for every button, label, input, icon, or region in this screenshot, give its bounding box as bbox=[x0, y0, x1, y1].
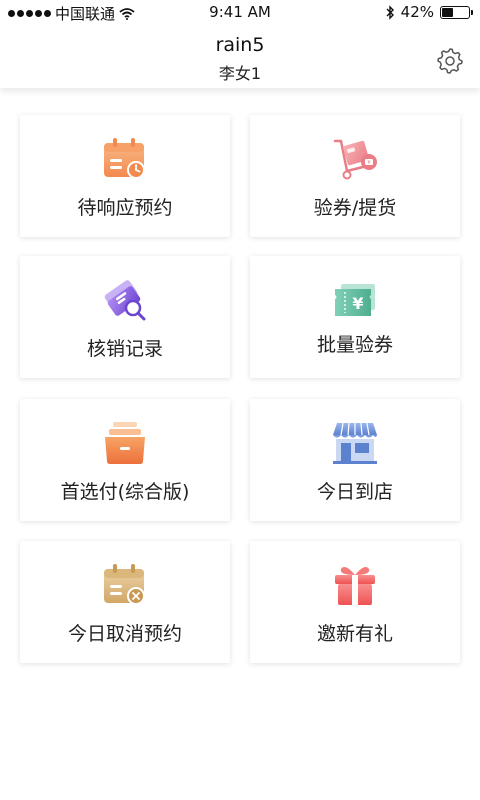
menu-card-today-cancellations[interactable]: 今日取消预约 bbox=[20, 541, 230, 663]
menu-label: 验券/提货 bbox=[313, 197, 397, 219]
menu-card-pending-reservations[interactable]: 待响应预约 bbox=[20, 115, 230, 237]
menu-card-redemption-records[interactable]: 核销记录 bbox=[20, 256, 230, 378]
storefront-icon bbox=[333, 422, 377, 464]
menu-label: 今日取消预约 bbox=[67, 623, 182, 645]
svg-text:¥: ¥ bbox=[367, 160, 370, 166]
menu-label: 核销记录 bbox=[86, 338, 163, 360]
menu-card-verify-coupon[interactable]: ¥ 验券/提货 bbox=[250, 115, 460, 237]
menu-card-batch-verify[interactable]: ¥ 批量验券 bbox=[250, 256, 460, 378]
user-name: 李女1 bbox=[218, 64, 262, 83]
delivery-cart-icon: ¥ bbox=[333, 139, 377, 180]
yuan-ticket-icon: ¥ bbox=[335, 284, 375, 316]
bluetooth-icon bbox=[386, 4, 394, 20]
menu-label: 今日到店 bbox=[316, 481, 393, 503]
menu-label: 首选付(综合版) bbox=[60, 481, 190, 503]
menu-label: 批量验券 bbox=[316, 334, 393, 356]
menu-label: 待响应预约 bbox=[77, 197, 173, 219]
status-bar: 中国联通 9:41 AM 42% bbox=[0, 0, 480, 24]
storage-box-icon bbox=[105, 422, 145, 464]
calendar-clock-icon bbox=[104, 138, 145, 179]
menu-card-today-arrivals[interactable]: 今日到店 bbox=[250, 399, 460, 521]
battery-icon bbox=[440, 5, 473, 19]
battery-fill bbox=[442, 7, 453, 17]
ticket-search-icon bbox=[104, 280, 146, 321]
header: rain5 李女1 bbox=[0, 24, 480, 88]
status-right: 42% bbox=[385, 3, 473, 21]
battery-percent: 42% bbox=[400, 3, 434, 21]
svg-text:¥: ¥ bbox=[352, 294, 363, 313]
page-title: rain5 bbox=[215, 34, 265, 56]
menu-card-invite-gift[interactable]: 邀新有礼 bbox=[250, 541, 460, 663]
gift-icon bbox=[335, 567, 375, 605]
menu-card-preferred-pay[interactable]: 首选付(综合版) bbox=[20, 399, 230, 521]
calendar-cancel-icon bbox=[104, 564, 145, 605]
gear-icon[interactable] bbox=[436, 46, 464, 74]
menu-label: 邀新有礼 bbox=[316, 623, 393, 645]
